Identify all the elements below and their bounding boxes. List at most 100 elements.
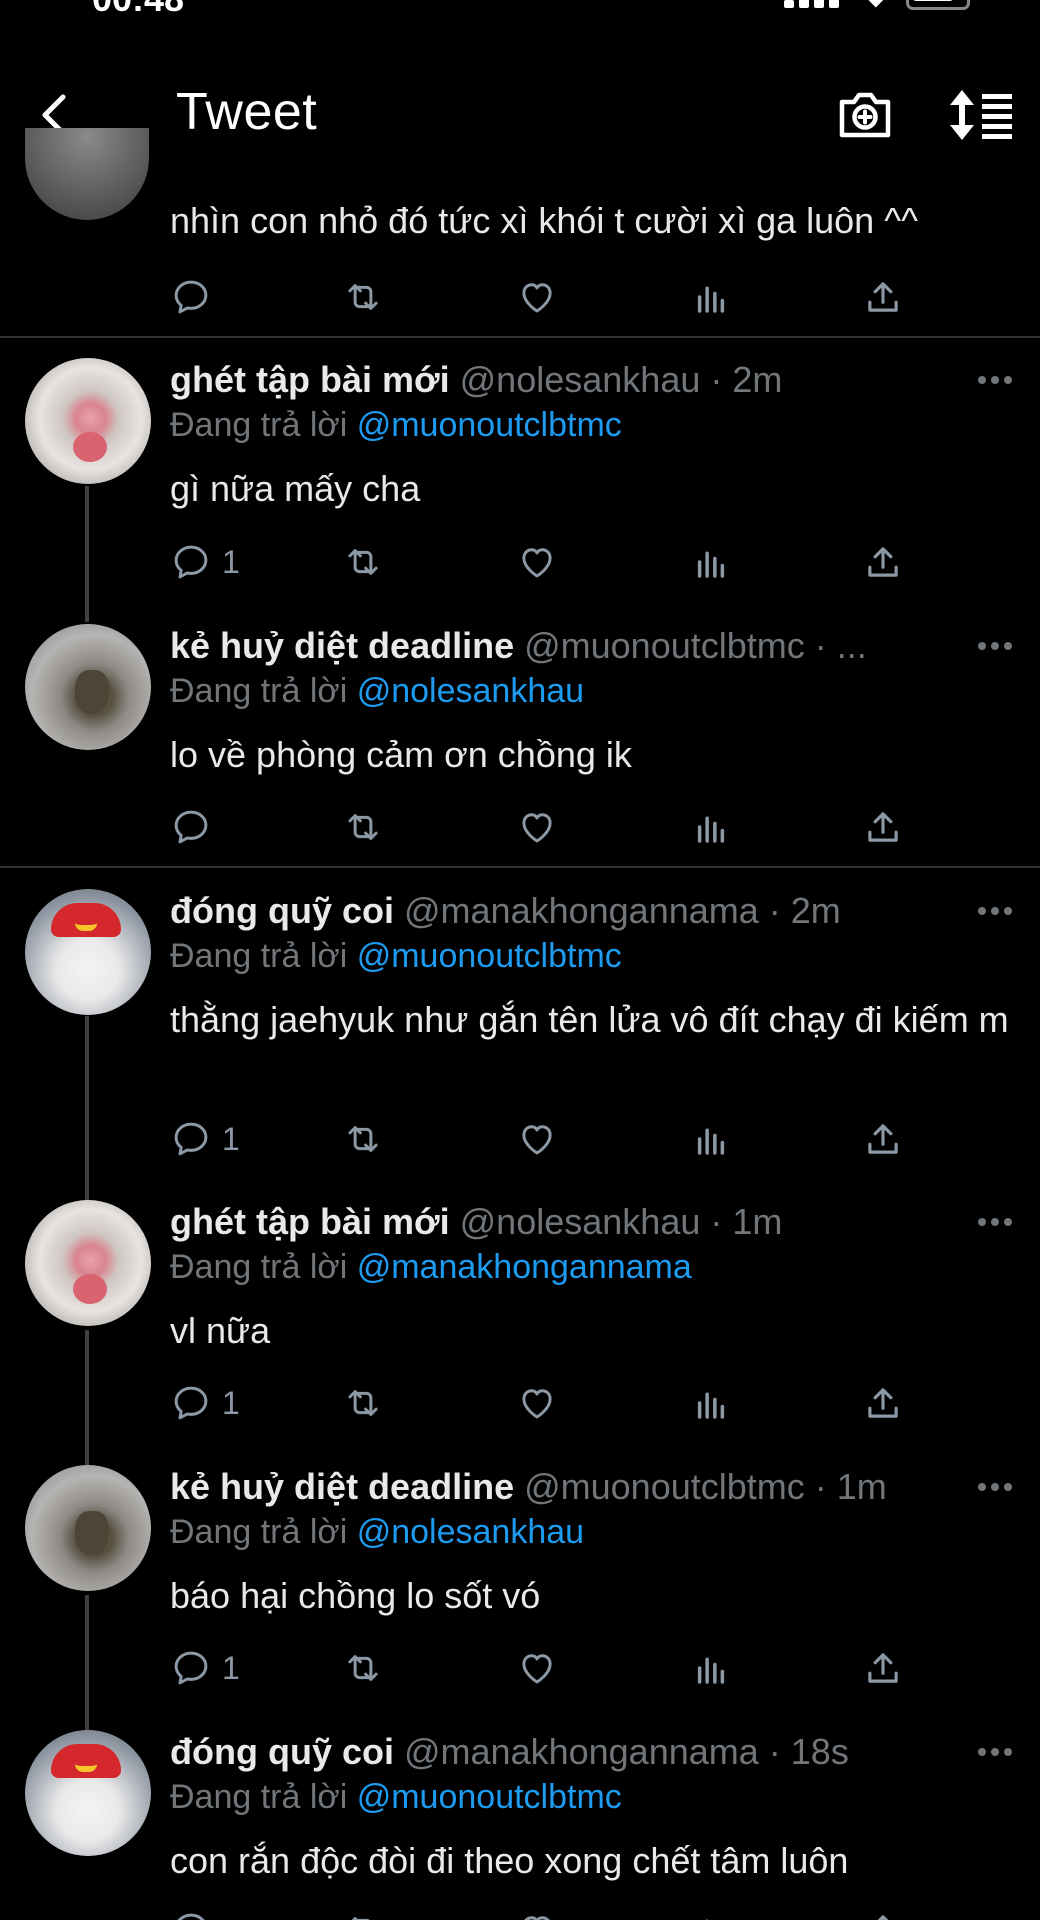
tweet-header: đóng quỹ coi @manakhongannama · 2m [170,890,1010,936]
views-button[interactable] [690,1908,732,1920]
sort-button[interactable] [948,88,1014,142]
replying-to: Đang trả lời @muonoutclbtmc [170,937,622,975]
reply-button[interactable]: 1 [170,1117,240,1161]
reply-button[interactable] [170,805,222,849]
handle-and-time: @muonoutclbtmc · 1m [524,1466,887,1507]
display-name[interactable]: đóng quỹ coi [170,1731,394,1772]
display-name[interactable]: đóng quỹ coi [170,890,394,931]
retweet-button[interactable] [342,540,384,584]
share-button[interactable] [862,1117,904,1161]
retweet-button[interactable] [342,275,384,319]
more-button[interactable] [978,1481,1012,1493]
reply-count: 1 [222,1649,240,1686]
views-button[interactable] [690,1646,732,1690]
like-button[interactable] [516,275,558,319]
share-button[interactable] [862,1381,904,1425]
more-icon [978,1218,986,1226]
more-icon [978,907,986,915]
avatar[interactable] [25,1730,151,1856]
avatar[interactable] [25,889,151,1015]
camera-plus-icon [839,92,891,138]
views-button[interactable] [690,805,732,849]
tweet-text: con rắn độc đòi đi theo xong chết tâm lu… [170,1840,849,1881]
reply-button[interactable] [170,275,212,319]
retweet-icon [342,806,384,848]
avatar[interactable] [25,624,151,750]
avatar[interactable] [25,1200,151,1326]
share-button[interactable] [862,805,904,849]
status-bar: 00:48 [0,0,1040,40]
retweet-button[interactable] [342,1381,384,1425]
top-bar: Tweet [0,50,1040,180]
views-button[interactable] [690,540,732,584]
share-icon [862,1909,904,1920]
mention-link[interactable]: @nolesankhau [357,1513,584,1551]
like-button[interactable] [516,1381,558,1425]
share-button[interactable] [862,1646,904,1690]
mention-link[interactable]: @muonoutclbtmc [357,406,622,444]
like-button[interactable] [516,1908,558,1920]
avatar[interactable] [25,128,149,220]
retweet-button[interactable] [342,1908,384,1920]
more-icon [978,376,986,384]
replying-to: Đang trả lời @muonoutclbtmc [170,406,622,444]
like-button[interactable] [516,1646,558,1690]
mention-link[interactable]: @nolesankhau [357,672,584,710]
views-button[interactable] [690,275,732,319]
views-icon [690,1647,732,1689]
views-button[interactable] [690,1381,732,1425]
more-button[interactable] [978,374,1012,386]
camera-button[interactable] [836,88,894,142]
views-button[interactable] [690,1117,732,1161]
handle-and-time: @nolesankhau · 1m [459,1201,783,1242]
retweet-button[interactable] [342,1646,384,1690]
more-button[interactable] [978,640,1012,652]
reply-icon [170,1647,212,1689]
tweet-text: vl nữa [170,1310,271,1351]
retweet-button[interactable] [342,805,384,849]
more-button[interactable] [978,1216,1012,1228]
like-button[interactable] [516,540,558,584]
reply-count: 1 [222,1384,240,1421]
replying-to: Đang trả lời @muonoutclbtmc [170,1778,622,1816]
like-icon [516,1382,558,1424]
display-name[interactable]: ghét tập bài mới [170,1201,450,1242]
reply-button[interactable]: 1 [170,1646,240,1690]
mention-link[interactable]: @manakhongannama [357,1248,692,1286]
reply-button[interactable]: 1 [170,540,240,584]
more-button[interactable] [978,905,1012,917]
reply-button[interactable]: 1 [170,1381,240,1425]
share-button[interactable] [862,540,904,584]
avatar[interactable] [25,1465,151,1591]
tweet-header: ghét tập bài mới @nolesankhau · 2m [170,359,1010,405]
more-button[interactable] [978,1746,1012,1758]
tweet[interactable]: đóng quỹ coi @manakhongannama · 18s Đang… [0,1730,1040,1920]
views-icon [690,1909,732,1920]
retweet-button[interactable] [342,1117,384,1161]
like-button[interactable] [516,805,558,849]
handle-and-time: @nolesankhau · 2m [459,359,783,400]
share-button[interactable] [862,275,904,319]
display-name[interactable]: kẻ huỷ diệt deadline [170,625,514,666]
mention-link[interactable]: @muonoutclbtmc [357,1778,622,1816]
reply-button[interactable] [170,1908,212,1920]
reply-icon [170,1909,212,1920]
divider [0,866,1040,868]
share-icon [862,276,904,318]
share-icon [862,1382,904,1424]
display-name[interactable]: ghét tập bài mới [170,359,450,400]
avatar[interactable] [25,358,151,484]
share-button[interactable] [862,1908,904,1920]
views-icon [690,1118,732,1160]
retweet-icon [342,541,384,583]
battery-icon [906,0,970,10]
retweet-icon [342,276,384,318]
tweet-text: gì nữa mấy cha [170,468,421,509]
reply-count: 1 [222,1120,240,1157]
mention-link[interactable]: @muonoutclbtmc [357,937,622,975]
like-icon [516,806,558,848]
tweet-actions: 1 [170,540,910,584]
tweet-actions: 1 [170,1117,910,1161]
display-name[interactable]: kẻ huỷ diệt deadline [170,1466,514,1507]
like-button[interactable] [516,1117,558,1161]
